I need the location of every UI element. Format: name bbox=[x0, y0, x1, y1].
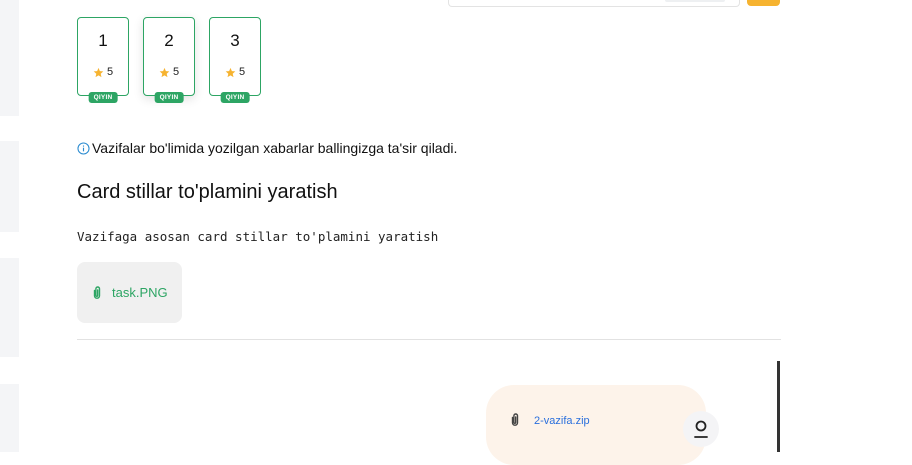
sidebar-item[interactable] bbox=[0, 258, 19, 357]
task-card-2[interactable]: 2 5 QIYIN bbox=[143, 17, 195, 103]
notice-message: Vazifalar bo'limida yozilgan xabarlar ba… bbox=[77, 140, 457, 156]
info-icon bbox=[77, 141, 90, 155]
attachment-filename[interactable]: task.PNG bbox=[112, 285, 168, 300]
task-number: 1 bbox=[98, 31, 108, 50]
task-number: 3 bbox=[230, 31, 240, 50]
user-icon bbox=[694, 420, 708, 438]
paperclip-icon bbox=[511, 413, 519, 426]
divider bbox=[77, 339, 781, 340]
task-score-value: 5 bbox=[238, 66, 246, 78]
submit-button[interactable] bbox=[747, 0, 780, 6]
task-score-value: 5 bbox=[106, 66, 114, 78]
task-score: 5 bbox=[210, 66, 260, 78]
task-score-value: 5 bbox=[172, 66, 180, 78]
difficulty-badge: QIYIN bbox=[88, 92, 118, 103]
notice-text: Vazifalar bo'limida yozilgan xabarlar ba… bbox=[92, 140, 458, 156]
task-card-1[interactable]: 1 5 QIYIN bbox=[77, 17, 129, 103]
star-icon bbox=[93, 67, 104, 77]
paperclip-icon bbox=[93, 285, 101, 299]
search-input[interactable] bbox=[448, 0, 740, 7]
task-attachment[interactable]: task.PNG bbox=[77, 262, 182, 323]
task-description: Vazifaga asosan card stillar to'plamini … bbox=[77, 229, 439, 244]
difficulty-badge: QIYIN bbox=[154, 92, 184, 103]
submission-message: 2-vazifa.zip bbox=[486, 385, 706, 465]
sidebar-item[interactable] bbox=[0, 141, 19, 232]
task-title: Card stillar to'plamini yaratish bbox=[77, 181, 338, 203]
task-score: 5 bbox=[144, 66, 194, 78]
avatar bbox=[683, 411, 719, 447]
star-icon bbox=[159, 67, 170, 77]
star-icon bbox=[225, 67, 236, 77]
task-card-3[interactable]: 3 5 QIYIN bbox=[209, 17, 261, 103]
submission-filename[interactable]: 2-vazifa.zip bbox=[534, 415, 590, 427]
search-input-inner bbox=[665, 0, 725, 2]
sidebar-item[interactable] bbox=[0, 0, 19, 116]
scrollbar[interactable] bbox=[777, 361, 780, 452]
difficulty-badge: QIYIN bbox=[220, 92, 250, 103]
task-number: 2 bbox=[164, 31, 174, 50]
sidebar-item[interactable] bbox=[0, 384, 19, 452]
task-score: 5 bbox=[78, 66, 128, 78]
